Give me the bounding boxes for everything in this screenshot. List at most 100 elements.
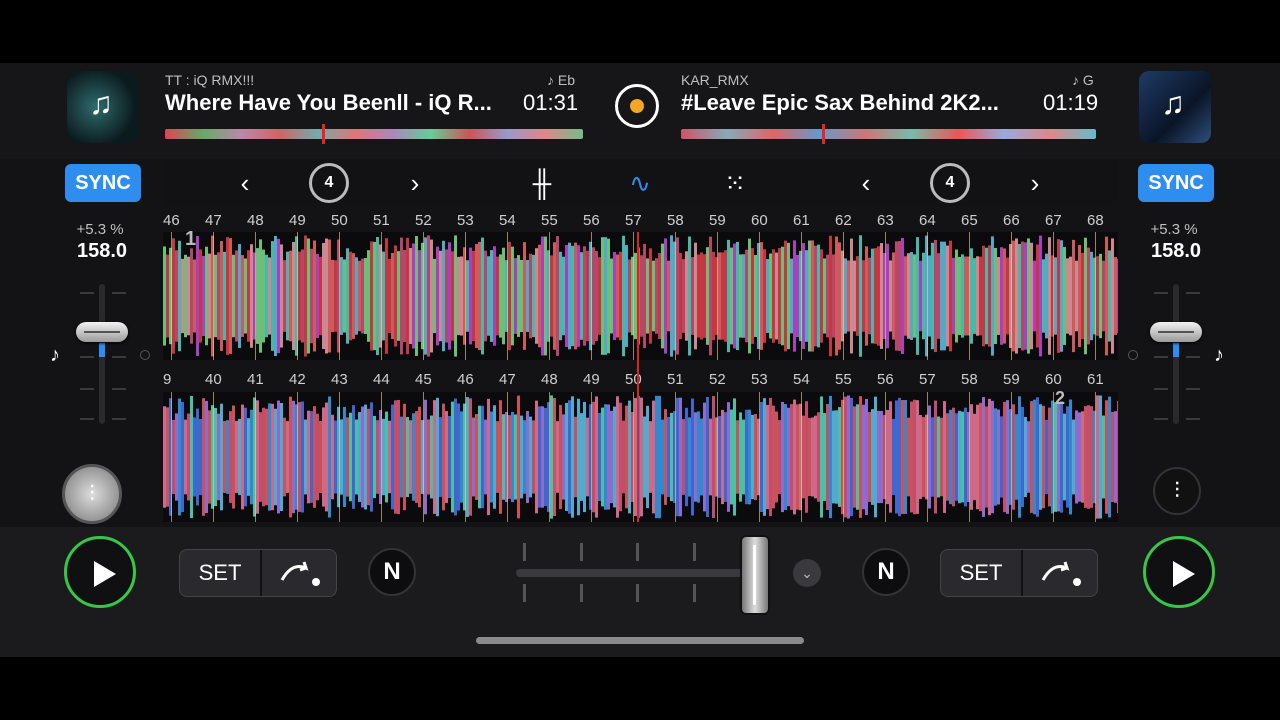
beat-grid-line [801, 392, 802, 522]
waveform-bar [427, 235, 430, 357]
waveform-bar [973, 413, 976, 501]
waveform-bar [862, 260, 865, 332]
left-loop-button[interactable]: 4 [309, 163, 349, 203]
right-play-button[interactable] [1143, 536, 1215, 608]
waveform-bar [322, 242, 325, 350]
beat-number: 45 [415, 371, 432, 388]
play-icon [1173, 561, 1195, 587]
left-waveform[interactable] [163, 232, 1118, 360]
left-neural-mix-button[interactable]: N [368, 548, 416, 596]
waveform-bar [370, 241, 373, 351]
right-mixer-button[interactable]: ⫶ [1153, 467, 1201, 515]
right-waveform[interactable] [163, 392, 1118, 522]
left-prev-button[interactable]: ‹ [230, 160, 260, 206]
waveform-bar [298, 251, 301, 341]
left-set-button[interactable]: SET [180, 550, 262, 596]
waveform-bar [796, 254, 799, 338]
mixer-sliders-icon: ╫ [532, 168, 552, 198]
beat-number: 40 [205, 371, 222, 388]
waveform-bar [697, 411, 700, 503]
waveform-view-button[interactable]: ∿ [620, 160, 660, 206]
beat-number: 55 [835, 371, 852, 388]
right-pitch-handle[interactable] [1150, 322, 1202, 342]
waveform-bar [832, 254, 835, 338]
crossfader-options-button[interactable]: ⌄ [793, 559, 821, 587]
waveform-bar [976, 404, 979, 510]
waveform-bar [652, 400, 655, 514]
waveform-bar [208, 410, 211, 504]
waveform-bar [1072, 419, 1075, 495]
beat-number: 50 [625, 371, 642, 388]
beat-grid-line [171, 392, 172, 522]
right-cue-jump-button[interactable] [1023, 550, 1097, 596]
left-cue-jump-button[interactable] [262, 550, 336, 596]
waveform-bar [652, 260, 655, 332]
left-album-cover[interactable]: ♫ [67, 71, 139, 143]
beat-grid-line [717, 392, 718, 522]
waveform-bar [427, 419, 430, 495]
waveform-bar [451, 251, 454, 341]
left-sync-button[interactable]: SYNC [65, 164, 141, 202]
mixer-view-button[interactable]: ╫ [522, 160, 562, 206]
waveform-bar [304, 419, 307, 495]
waveform-bar [412, 243, 415, 349]
left-pitch-handle[interactable] [76, 322, 128, 342]
waveform-bar [778, 420, 781, 494]
waveform-bar [706, 396, 709, 518]
waveform-bar [733, 398, 736, 516]
record-button[interactable] [615, 84, 659, 128]
waveform-bar [556, 421, 559, 493]
waveform-bar [820, 249, 823, 343]
waveform-bar [1117, 400, 1118, 514]
right-time: 01:19 [1043, 90, 1099, 115]
right-set-button[interactable]: SET [941, 550, 1023, 596]
waveform-bar [562, 414, 565, 500]
left-play-button[interactable] [64, 536, 136, 608]
left-cue-marker[interactable]: 1 [185, 228, 196, 251]
waveform-bar [1090, 406, 1093, 508]
left-mixer-knob-icon[interactable]: ⫶ [62, 464, 122, 524]
right-prev-button[interactable]: ‹ [851, 160, 881, 206]
right-track-overview[interactable] [681, 129, 1096, 139]
waveform-bar [1081, 252, 1084, 340]
waveform-bar [733, 243, 736, 349]
waveform-bar [523, 242, 526, 350]
right-cue-marker[interactable]: 2 [1055, 388, 1065, 409]
crossfader-track[interactable] [516, 569, 756, 577]
playhead-line [637, 232, 639, 522]
pads-view-button[interactable]: ⁙ [715, 160, 755, 206]
waveform-bar [580, 413, 583, 501]
right-neural-mix-button[interactable]: N [862, 548, 910, 596]
waveform-bar [838, 407, 841, 507]
waveform-bar [349, 251, 352, 341]
waveform-bar [592, 247, 595, 345]
waveform-bar [514, 414, 517, 500]
right-track-title[interactable]: #Leave Epic Sax Behind 2K2... [681, 90, 999, 116]
waveform-bar [610, 410, 613, 504]
crossfader-handle[interactable] [740, 535, 770, 615]
right-loop-button[interactable]: 4 [930, 163, 970, 203]
waveform-bar [244, 407, 247, 507]
waveform-bar [430, 239, 433, 353]
left-track-title[interactable]: Where Have You Beenll - iQ R... [165, 90, 492, 116]
right-bpm[interactable]: 158.0 [1136, 240, 1216, 263]
record-icon [630, 99, 644, 113]
beat-grid-line [1011, 392, 1012, 522]
waveform-bar [1045, 253, 1048, 339]
waveform-bar [1015, 414, 1018, 500]
left-bpm[interactable]: 158.0 [62, 240, 142, 263]
right-next-button[interactable]: › [1020, 160, 1050, 206]
waveform-bar [982, 245, 985, 347]
waveform-bar [1069, 399, 1072, 515]
beat-grid-line [969, 232, 970, 360]
beat-grid-line [255, 232, 256, 360]
waveform-bar [490, 411, 493, 503]
right-sync-button[interactable]: SYNC [1138, 164, 1214, 202]
left-next-button[interactable]: › [400, 160, 430, 206]
waveform-bar [847, 260, 850, 332]
right-album-cover[interactable]: ♫ [1139, 71, 1211, 143]
left-track-overview[interactable] [165, 129, 583, 139]
waveform-bar [877, 246, 880, 346]
waveform-bar [1003, 401, 1006, 513]
waveform-bar [334, 420, 337, 494]
